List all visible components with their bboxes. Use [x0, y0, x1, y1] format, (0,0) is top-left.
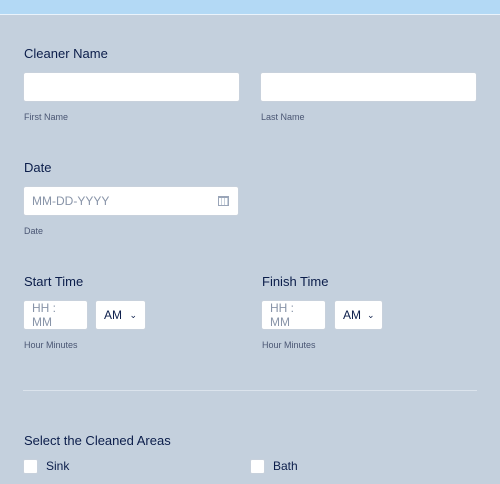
finish-time-label: Finish Time — [262, 274, 329, 289]
date-sublabel: Date — [24, 226, 44, 236]
date-label: Date — [24, 160, 52, 175]
finish-ampm-value: AM — [343, 308, 361, 322]
bath-label: Bath — [273, 459, 298, 473]
sink-label: Sink — [46, 459, 70, 473]
start-time-placeholder: HH : MM — [32, 301, 56, 329]
bath-checkbox[interactable] — [250, 459, 265, 474]
finish-ampm-select[interactable]: AM ⌄ — [334, 300, 383, 330]
finish-time-input[interactable]: HH : MM — [261, 300, 326, 330]
calendar-icon[interactable] — [218, 196, 229, 206]
cleaner-name-label: Cleaner Name — [24, 46, 108, 61]
start-time-sublabel: Hour Minutes — [24, 340, 78, 350]
date-placeholder: MM-DD-YYYY — [32, 194, 110, 208]
top-bar — [0, 0, 500, 15]
section-divider — [23, 390, 477, 391]
finish-time-placeholder: HH : MM — [270, 301, 294, 329]
first-name-input[interactable] — [23, 72, 240, 102]
cleaned-areas-label: Select the Cleaned Areas — [24, 433, 171, 448]
sink-checkbox[interactable] — [23, 459, 38, 474]
start-time-label: Start Time — [24, 274, 84, 289]
last-name-input[interactable] — [260, 72, 477, 102]
last-name-sublabel: Last Name — [261, 112, 305, 122]
chevron-down-icon: ⌄ — [367, 309, 375, 320]
date-input[interactable]: MM-DD-YYYY — [23, 186, 239, 216]
start-ampm-select[interactable]: AM ⌄ — [95, 300, 146, 330]
first-name-sublabel: First Name — [24, 112, 69, 122]
chevron-down-icon: ⌄ — [129, 309, 137, 320]
start-ampm-value: AM — [104, 308, 122, 322]
start-time-input[interactable]: HH : MM — [23, 300, 88, 330]
finish-time-sublabel: Hour Minutes — [262, 340, 316, 350]
